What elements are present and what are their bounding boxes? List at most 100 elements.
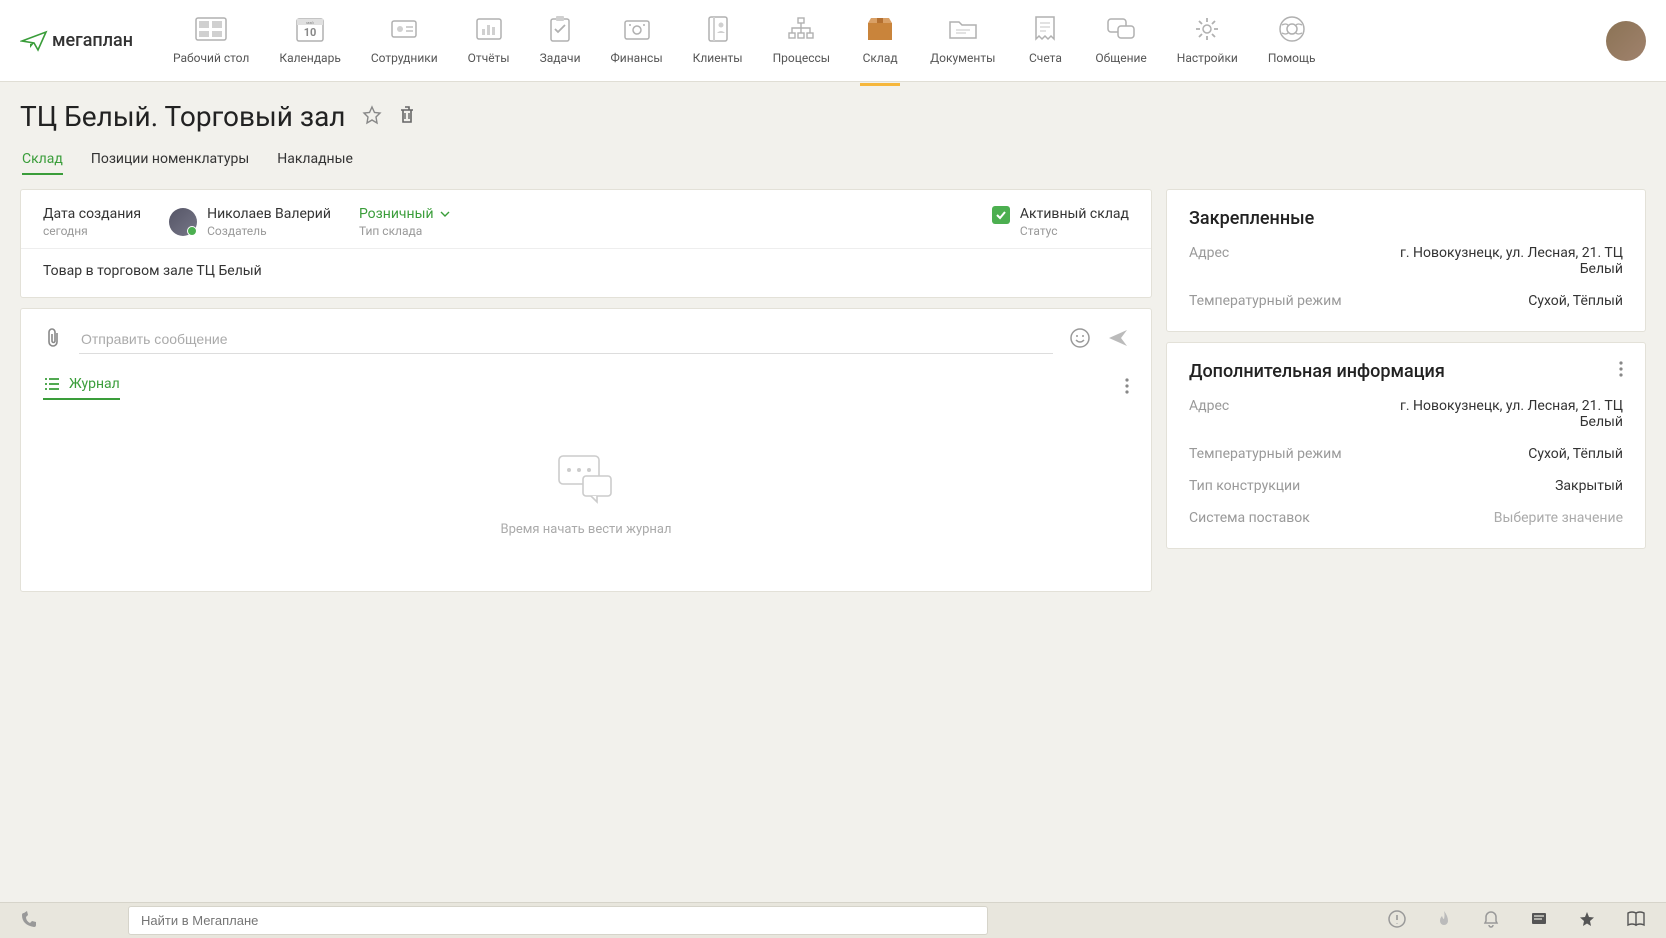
description: Товар в торговом зале ТЦ Белый xyxy=(21,248,1151,297)
send-icon[interactable] xyxy=(1107,328,1129,352)
nav-reports[interactable]: Отчёты xyxy=(468,13,510,69)
svg-text:10: 10 xyxy=(304,26,317,39)
nav-clients[interactable]: Клиенты xyxy=(693,13,743,69)
field-row: Температурный режим Сухой, Тёплый xyxy=(1167,438,1645,470)
nav-label: Склад xyxy=(863,51,898,65)
nav-label: Клиенты xyxy=(693,51,743,65)
field-row: Адрес г. Новокузнецк, ул. Лесная, 21. ТЦ… xyxy=(1167,237,1645,285)
message-input-row xyxy=(43,325,1129,354)
nav-settings[interactable]: Настройки xyxy=(1177,13,1238,69)
alert-icon[interactable] xyxy=(1388,910,1406,932)
attach-icon[interactable] xyxy=(43,327,63,353)
nav-label: Отчёты xyxy=(468,51,510,65)
creator-avatar xyxy=(169,208,197,236)
nav-desktop[interactable]: Рабочий стол xyxy=(173,13,249,69)
trash-icon[interactable] xyxy=(398,105,416,129)
top-nav: мегаплан Рабочий стол май10 Календарь Со… xyxy=(0,0,1666,82)
employees-icon xyxy=(384,13,424,45)
fire-icon[interactable] xyxy=(1436,910,1452,932)
page-header: ТЦ Белый. Торговый зал xyxy=(20,100,1646,133)
invoices-icon xyxy=(1025,13,1065,45)
nav-label: Общение xyxy=(1095,51,1146,65)
nav-help[interactable]: Помощь xyxy=(1268,13,1316,69)
created-label: Дата создания xyxy=(43,206,141,222)
nav-tasks[interactable]: Задачи xyxy=(540,13,581,69)
nav-label: Помощь xyxy=(1268,51,1316,65)
message-icon[interactable] xyxy=(1530,910,1548,932)
tabs: Склад Позиции номенклатуры Накладные xyxy=(20,151,1646,175)
finance-icon xyxy=(617,13,657,45)
phone-icon[interactable] xyxy=(20,910,38,932)
nav-chat[interactable]: Общение xyxy=(1095,13,1146,69)
type-select[interactable]: Розничный xyxy=(359,206,450,222)
tab-warehouse[interactable]: Склад xyxy=(22,151,63,175)
svg-text:май: май xyxy=(306,20,313,25)
page-title: ТЦ Белый. Торговый зал xyxy=(20,100,346,133)
field-value[interactable]: г. Новокузнецк, ул. Лесная, 21. ТЦ Белый xyxy=(1369,245,1623,277)
emoji-icon[interactable] xyxy=(1069,327,1091,353)
reports-icon xyxy=(469,13,509,45)
field-label: Система поставок xyxy=(1189,510,1369,526)
field-row: Тип конструкции Закрытый xyxy=(1167,470,1645,502)
empty-chat-icon xyxy=(43,450,1129,510)
created-value: сегодня xyxy=(43,224,141,238)
empty-state: Время начать вести журнал xyxy=(43,400,1129,567)
nav-label: Настройки xyxy=(1177,51,1238,65)
book-icon[interactable] xyxy=(1626,911,1646,931)
status-checkbox[interactable] xyxy=(992,206,1010,224)
user-avatar[interactable] xyxy=(1606,21,1646,61)
nav-employees[interactable]: Сотрудники xyxy=(371,13,438,69)
additional-title: Дополнительная информация xyxy=(1167,343,1645,390)
more-icon[interactable] xyxy=(1125,378,1129,398)
chevron-down-icon xyxy=(440,211,450,217)
search-input[interactable] xyxy=(128,906,988,935)
field-value[interactable]: г. Новокузнецк, ул. Лесная, 21. ТЦ Белый xyxy=(1369,398,1623,430)
nav-invoices[interactable]: Счета xyxy=(1025,13,1065,69)
nav-processes[interactable]: Процессы xyxy=(773,13,831,69)
page-content: ТЦ Белый. Торговый зал Склад Позиции ном… xyxy=(0,82,1666,610)
journal-tab[interactable]: Журнал xyxy=(43,376,120,400)
star-footer-icon[interactable] xyxy=(1578,910,1596,932)
tab-positions[interactable]: Позиции номенклатуры xyxy=(91,151,249,175)
field-label: Температурный режим xyxy=(1189,446,1369,462)
pinned-panel: Закрепленные Адрес г. Новокузнецк, ул. Л… xyxy=(1166,189,1646,332)
star-icon[interactable] xyxy=(362,105,382,129)
bell-icon[interactable] xyxy=(1482,910,1500,932)
warehouse-icon xyxy=(860,13,900,45)
status-sub: Статус xyxy=(1020,224,1129,238)
journal-label: Журнал xyxy=(69,376,120,392)
more-icon[interactable] xyxy=(1619,361,1623,382)
nav-label: Финансы xyxy=(611,51,663,65)
empty-text: Время начать вести журнал xyxy=(43,522,1129,537)
field-label: Адрес xyxy=(1189,245,1369,277)
creator-name: Николаев Валерий xyxy=(207,206,331,222)
nav-finance[interactable]: Финансы xyxy=(611,13,663,69)
status-block[interactable]: Активный склад Статус xyxy=(992,206,1129,238)
field-label: Температурный режим xyxy=(1189,293,1369,309)
nav-documents[interactable]: Документы xyxy=(930,13,995,69)
list-icon xyxy=(43,377,61,391)
message-input[interactable] xyxy=(79,325,1053,354)
creator-block[interactable]: Николаев Валерий Создатель xyxy=(169,206,331,238)
status-label: Активный склад xyxy=(1020,206,1129,222)
main-layout: Дата создания сегодня Николаев Валерий С… xyxy=(20,189,1646,592)
footer-bar xyxy=(0,902,1666,938)
logo[interactable]: мегаплан xyxy=(20,30,133,52)
field-value[interactable]: Закрытый xyxy=(1369,478,1623,494)
logo-text: мегаплан xyxy=(52,30,133,51)
nav-label: Процессы xyxy=(773,51,831,65)
pinned-title: Закрепленные xyxy=(1167,190,1645,237)
tab-invoices[interactable]: Накладные xyxy=(277,151,353,175)
nav-warehouse[interactable]: Склад xyxy=(860,13,900,69)
type-block[interactable]: Розничный Тип склада xyxy=(359,206,450,238)
info-row: Дата создания сегодня Николаев Валерий С… xyxy=(21,190,1151,248)
type-sub: Тип склада xyxy=(359,224,450,238)
field-value[interactable]: Сухой, Тёплый xyxy=(1369,293,1623,309)
type-value: Розничный xyxy=(359,206,434,222)
chat-icon xyxy=(1101,13,1141,45)
field-value[interactable]: Выберите значение xyxy=(1369,510,1623,526)
nav-calendar[interactable]: май10 Календарь xyxy=(279,13,340,69)
additional-title-text: Дополнительная информация xyxy=(1189,361,1445,382)
field-value[interactable]: Сухой, Тёплый xyxy=(1369,446,1623,462)
created-block: Дата создания сегодня xyxy=(43,206,141,238)
